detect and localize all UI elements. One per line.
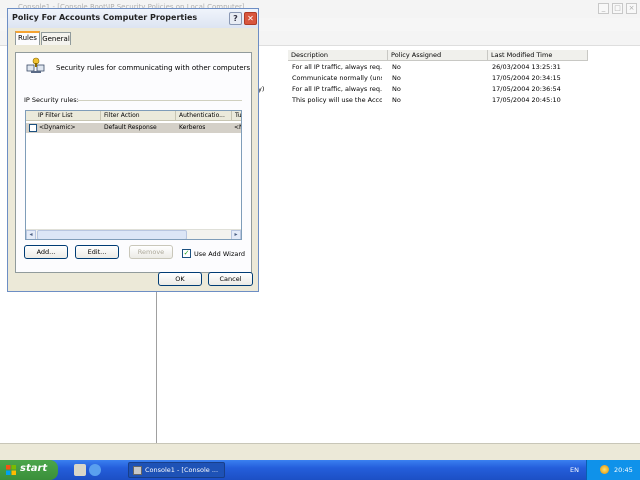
policy-description: Communicate normally (uns... (292, 74, 382, 82)
rule-filter-list: <Dynamic> (39, 124, 76, 131)
policy-assigned: No (392, 74, 401, 82)
taskbar: start Console1 - [Console ... EN 20:45 (0, 460, 640, 480)
policy-properties-dialog: Policy For Accounts Computer Properties … (7, 8, 259, 292)
ok-button[interactable]: OK (158, 272, 202, 286)
rule-checkbox[interactable] (29, 124, 37, 132)
help-icon[interactable]: ? (229, 12, 242, 25)
scroll-left-icon[interactable]: ◂ (26, 230, 36, 239)
show-desktop-icon[interactable] (74, 464, 86, 476)
scroll-thumb[interactable] (37, 230, 187, 239)
maximize-icon[interactable]: □ (612, 3, 623, 14)
policy-modified: 17/05/2004 20:34:15 (492, 74, 561, 82)
close-icon[interactable]: × (626, 3, 637, 14)
column-tunnel[interactable]: Tu (232, 111, 241, 121)
policy-modified: 17/05/2004 20:45:10 (492, 96, 561, 104)
policy-description: For all IP traffic, always req... (292, 85, 382, 93)
taskbar-item-label: Console1 - [Console ... (145, 466, 219, 474)
policy-modified: 17/05/2004 20:36:54 (492, 85, 561, 93)
rule-filter-action: Default Response (104, 124, 157, 131)
dialog-title-bar[interactable]: Policy For Accounts Computer Properties … (8, 9, 258, 28)
start-label: start (20, 463, 48, 474)
column-authentication[interactable]: Authenticatio... (176, 111, 232, 121)
table-row[interactable]: <Dynamic> Default Response Kerberos <N (26, 123, 241, 133)
minimize-icon[interactable]: _ (598, 3, 609, 14)
policy-assigned: No (392, 96, 401, 104)
language-indicator[interactable]: EN (570, 466, 579, 474)
column-filter-action[interactable]: Filter Action (101, 111, 176, 121)
console-status-bar (0, 443, 640, 460)
column-description[interactable]: Description (288, 50, 388, 61)
rules-intro-text: Security rules for communicating with ot… (56, 64, 251, 72)
start-button[interactable]: start (0, 460, 58, 480)
use-add-wizard-label: Use Add Wizard (194, 250, 246, 258)
taskbar-item-console[interactable]: Console1 - [Console ... (128, 462, 225, 478)
policy-modified: 26/03/2004 13:25:31 (492, 63, 561, 71)
use-add-wizard-checkbox[interactable]: ✓ (182, 249, 191, 258)
policy-description: This policy will use the Acco... (292, 96, 382, 104)
policy-assigned: No (392, 63, 401, 71)
close-icon[interactable]: ✕ (244, 12, 257, 25)
remove-button[interactable]: Remove (129, 245, 173, 259)
windows-logo-icon (6, 465, 16, 475)
column-last-modified[interactable]: Last Modified Time (488, 50, 588, 61)
system-tray: 20:45 (586, 460, 640, 480)
policy-description: For all IP traffic, always req... (292, 63, 382, 71)
rule-tunnel: <N (234, 124, 241, 131)
clock[interactable]: 20:45 (614, 466, 633, 474)
column-policy-assigned[interactable]: Policy Assigned (388, 50, 488, 61)
ip-security-rules-label: IP Security rules: (24, 96, 79, 104)
tab-rules[interactable]: Rules (15, 31, 40, 45)
group-divider (78, 100, 242, 101)
internet-explorer-icon[interactable] (89, 464, 101, 476)
cancel-button[interactable]: Cancel (208, 272, 253, 286)
edit-button[interactable]: Edit... (75, 245, 119, 259)
horizontal-scrollbar[interactable]: ◂ ▸ (26, 229, 241, 239)
ip-security-icon (26, 57, 45, 73)
network-icon[interactable] (600, 465, 609, 474)
policy-assigned: No (392, 85, 401, 93)
console-icon (133, 466, 142, 475)
column-ip-filter-list[interactable]: IP Filter List (26, 111, 101, 121)
add-button[interactable]: Add... (24, 245, 68, 259)
dialog-title: Policy For Accounts Computer Properties (12, 13, 198, 22)
rule-authentication: Kerberos (179, 124, 206, 131)
tab-general[interactable]: General (41, 32, 71, 45)
ip-security-rules-list[interactable]: IP Filter List Filter Action Authenticat… (25, 110, 242, 240)
scroll-right-icon[interactable]: ▸ (231, 230, 241, 239)
